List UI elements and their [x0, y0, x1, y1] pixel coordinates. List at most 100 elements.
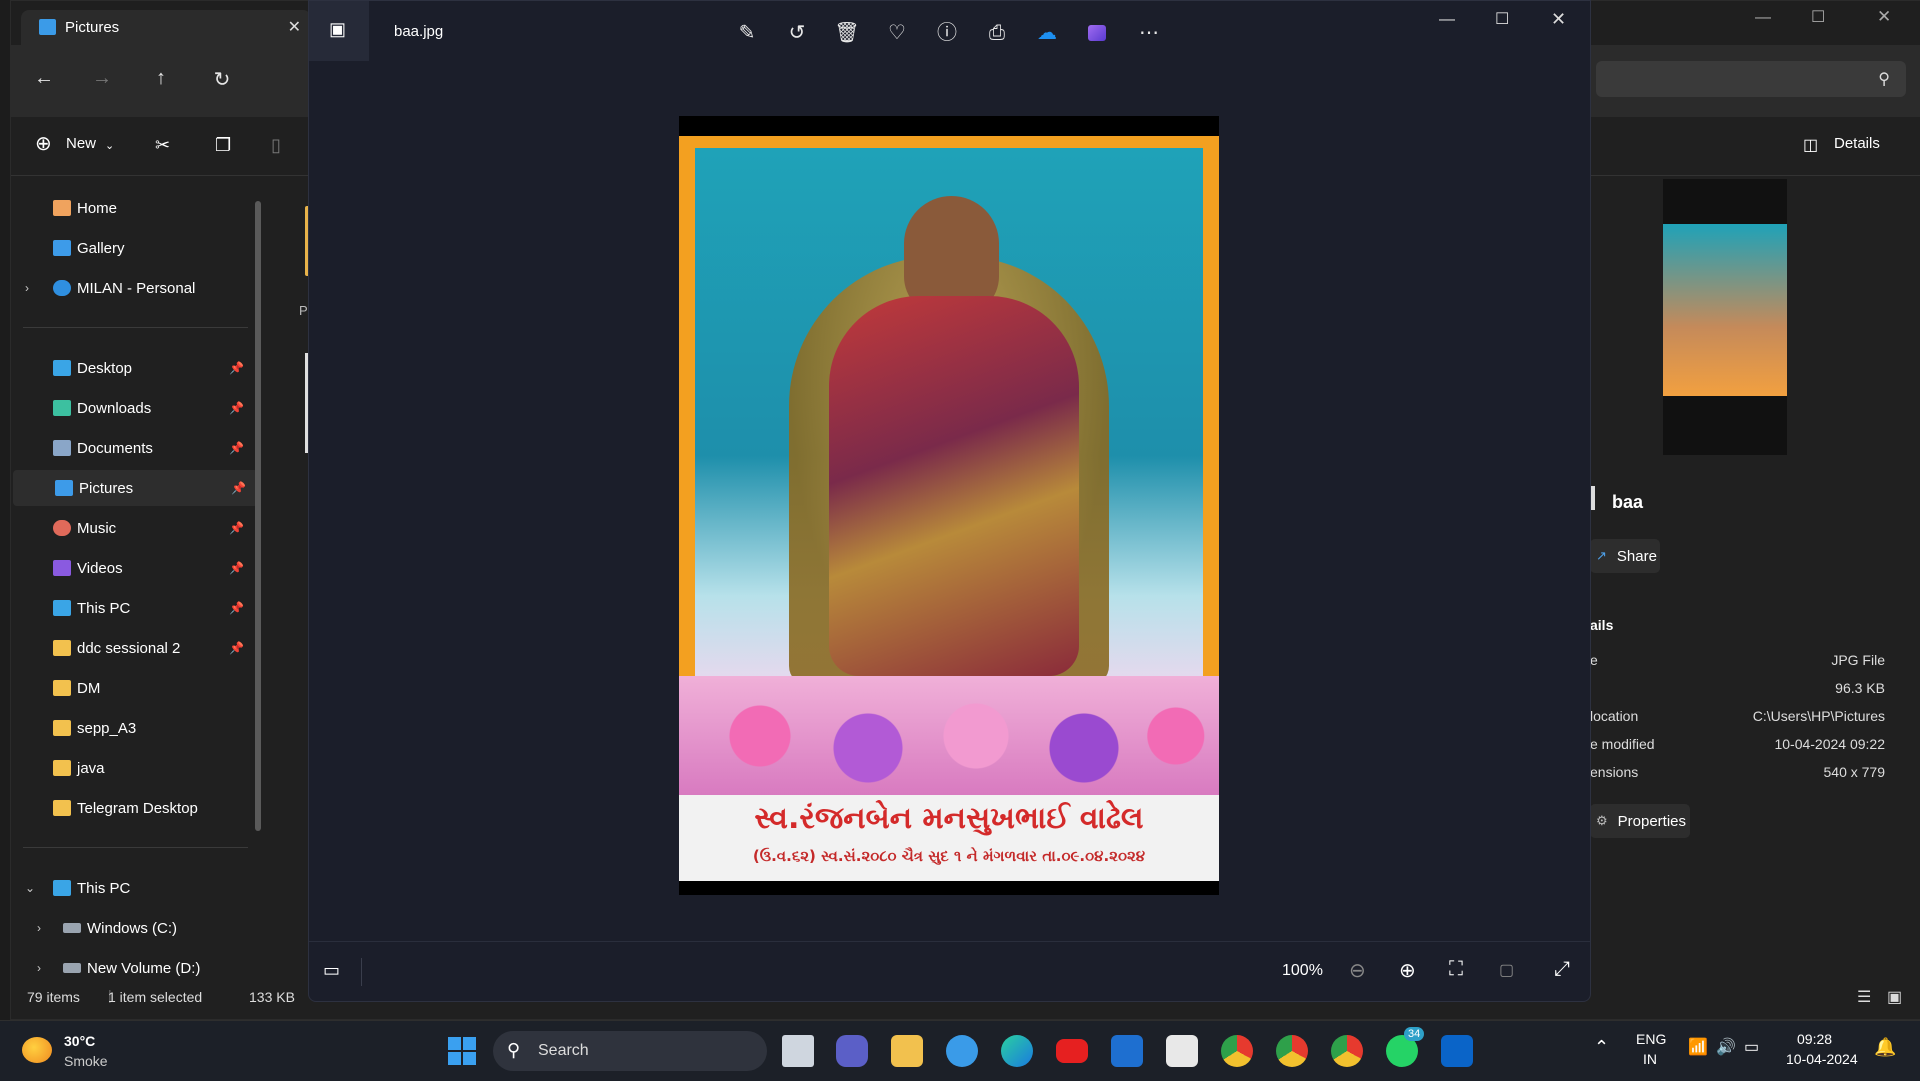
delete-icon[interactable]: 🗑 — [833, 19, 861, 47]
teams-icon[interactable] — [836, 1035, 868, 1067]
sidebar-item-desktop[interactable]: Desktop 📌 — [11, 350, 256, 386]
filmstrip-icon[interactable]: ▭ — [323, 960, 340, 981]
sidebar-item-onedrive[interactable]: › MILAN - Personal — [11, 270, 256, 306]
sidebar-item-videos[interactable]: Videos 📌 — [11, 550, 256, 586]
sidebar-item-ddc-sessional[interactable]: ddc sessional 2 📌 — [11, 630, 256, 666]
chevron-down-icon: ⌄ — [105, 140, 115, 152]
copy-icon[interactable]: ❐ — [215, 135, 231, 156]
sidebar-item-new-volume-d[interactable]: › New Volume (D:) — [11, 950, 256, 986]
search-box[interactable]: ⚲ — [1596, 61, 1906, 97]
sidebar-item-this-pc[interactable]: This PC 📌 — [11, 590, 256, 626]
displayed-photo[interactable]: સ્વ.રંજનબેન મનસુખભાઈ વાઢેલ (ઉ.વ.૬૨) સ્વ.… — [679, 116, 1219, 895]
sidebar-item-pictures[interactable]: Pictures 📌 — [13, 470, 258, 506]
sidebar-item-java[interactable]: java — [11, 750, 256, 786]
details-button[interactable]: Details — [1834, 135, 1880, 152]
sidebar-item-downloads[interactable]: Downloads 📌 — [11, 390, 256, 426]
edit-image-icon[interactable]: ✎ — [733, 19, 761, 47]
tiles-view-icon[interactable]: ▣ — [1887, 987, 1902, 1007]
explorer-tab[interactable]: Pictures ✕ — [21, 10, 311, 45]
microsoft-edge-beta-icon[interactable] — [946, 1035, 978, 1067]
youtube-icon[interactable] — [1056, 1039, 1088, 1063]
preview-thumbnail — [1663, 179, 1787, 455]
volume-icon[interactable]: 🔊 — [1716, 1037, 1736, 1057]
cut-icon[interactable]: ✂ — [155, 135, 170, 156]
sidebar-item-dm[interactable]: DM — [11, 670, 256, 706]
sidebar-item-telegram[interactable]: Telegram Desktop — [11, 790, 256, 826]
more-options-icon[interactable]: ⋯ — [1135, 19, 1163, 47]
list-view-icon[interactable]: ☰ — [1857, 987, 1871, 1007]
myhp-icon[interactable] — [1111, 1035, 1143, 1067]
print-icon[interactable]: ⎙ — [983, 19, 1011, 47]
notification-bell-icon[interactable]: 🔔 — [1874, 1037, 1896, 1058]
clock-date[interactable]: 10-04-2024 — [1786, 1051, 1858, 1067]
zoom-out-icon[interactable]: ⊖ — [1349, 958, 1366, 983]
language-indicator[interactable]: ENG — [1636, 1031, 1666, 1047]
sidebar-item-music[interactable]: Music 📌 — [11, 510, 256, 546]
properties-button[interactable]: ⚙ Properties — [1590, 804, 1690, 838]
back-arrow-icon[interactable]: ← — [29, 67, 59, 90]
weather-sun-icon[interactable] — [22, 1037, 52, 1063]
details-pane-icon[interactable]: ◫ — [1803, 135, 1818, 155]
onedrive-cloud-icon[interactable]: ☁ — [1033, 19, 1061, 47]
chrome-profile-2-icon[interactable] — [1331, 1035, 1363, 1067]
maximize-icon[interactable]: ☐ — [1811, 7, 1825, 27]
whatsapp-icon[interactable]: 34 — [1386, 1027, 1425, 1067]
photos-app-icon[interactable] — [1441, 1035, 1473, 1067]
file-explorer-icon[interactable] — [891, 1035, 923, 1067]
chrome-icon[interactable] — [1221, 1035, 1253, 1067]
maximize-icon[interactable]: ☐ — [1495, 9, 1509, 29]
pin-icon: 📌 — [229, 561, 244, 575]
zoom-in-icon[interactable]: ⊕ — [1399, 958, 1416, 983]
share-button[interactable]: ↗ Share — [1590, 539, 1660, 573]
weather-description[interactable]: Smoke — [64, 1053, 108, 1069]
favorite-heart-icon[interactable]: ♡ — [883, 19, 911, 47]
chevron-down-icon[interactable]: ⌄ — [25, 881, 35, 895]
chevron-right-icon[interactable]: › — [37, 921, 41, 935]
chevron-up-icon[interactable]: ⌃ — [1594, 1037, 1609, 1058]
details-file-name: baa — [1612, 492, 1644, 512]
microsoft-store-icon[interactable] — [1166, 1035, 1198, 1067]
close-tab-icon[interactable]: ✕ — [288, 17, 301, 37]
documents-icon — [53, 440, 71, 456]
chrome-profile-icon[interactable] — [1276, 1035, 1308, 1067]
weather-temperature[interactable]: 30°C — [64, 1033, 95, 1049]
battery-icon[interactable]: ▭ — [1744, 1037, 1759, 1057]
sidebar-scrollbar[interactable] — [255, 201, 261, 831]
start-windows-icon[interactable] — [446, 1035, 478, 1067]
sidebar-item-documents[interactable]: Documents 📌 — [11, 430, 256, 466]
new-plus-icon[interactable]: ⊕ — [35, 131, 52, 156]
sidebar-item-home[interactable]: Home — [11, 190, 256, 226]
sidebar-item-windows-c[interactable]: › Windows (C:) — [11, 910, 256, 946]
sidebar-item-this-pc-tree[interactable]: ⌄ This PC — [11, 870, 256, 906]
actual-size-icon[interactable]: ▢ — [1499, 960, 1514, 980]
pc-icon — [53, 880, 71, 896]
chevron-right-icon[interactable]: › — [37, 961, 41, 975]
clock-time[interactable]: 09:28 — [1797, 1031, 1832, 1047]
close-icon[interactable]: ✕ — [1877, 7, 1891, 27]
refresh-icon[interactable]: ↻ — [207, 67, 237, 92]
sidebar-item-sepp[interactable]: sepp_A3 — [11, 710, 256, 746]
wifi-icon[interactable]: 📶 — [1688, 1037, 1708, 1057]
forward-arrow-icon[interactable]: → — [87, 67, 117, 90]
up-arrow-icon[interactable]: ↑ — [146, 67, 176, 90]
paste-icon[interactable]: ▯ — [271, 135, 281, 156]
pin-icon: 📌 — [229, 401, 244, 415]
rotate-icon[interactable]: ↺ — [783, 19, 811, 47]
minimize-icon[interactable]: — — [1755, 9, 1771, 27]
chevron-right-icon[interactable]: › — [25, 281, 29, 295]
sidebar-item-gallery[interactable]: Gallery — [11, 230, 256, 266]
close-icon[interactable]: ✕ — [1551, 9, 1566, 30]
task-view-icon[interactable] — [782, 1035, 814, 1067]
microsoft-edge-icon[interactable] — [1001, 1035, 1033, 1067]
info-icon[interactable]: ⓘ — [933, 19, 961, 47]
desktop-icon — [53, 360, 71, 376]
clipchamp-icon[interactable] — [1083, 19, 1111, 47]
fullscreen-icon[interactable]: ⤢ — [1554, 958, 1570, 981]
minimize-icon[interactable]: — — [1439, 11, 1455, 29]
new-button[interactable]: New — [66, 135, 96, 152]
region-indicator[interactable]: IN — [1643, 1051, 1657, 1067]
fit-to-window-icon[interactable]: ⛶ — [1449, 958, 1463, 981]
zoom-level[interactable]: 100% — [1282, 962, 1323, 980]
gallery-toggle[interactable]: ▣ — [309, 1, 369, 61]
taskbar-search[interactable]: ⚲ Search — [493, 1031, 767, 1071]
